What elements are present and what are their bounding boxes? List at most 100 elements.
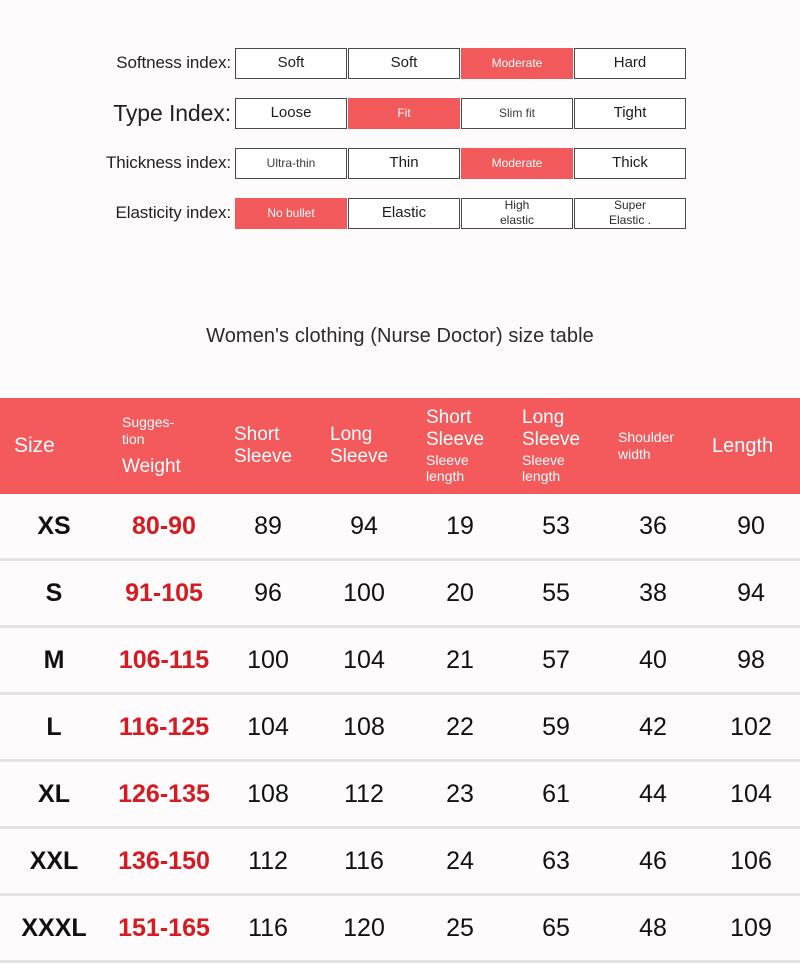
index-label-elasticity: Elasticity index:	[115, 203, 232, 222]
page-title: Women's clothing (Nurse Doctor) size tab…	[206, 325, 594, 347]
table-header-size: Size	[0, 398, 108, 494]
index-option-type-4[interactable]: Tight	[574, 97, 686, 129]
cell-size: XXL	[29, 846, 79, 875]
index-option-thickness-2[interactable]: Thin	[348, 147, 460, 179]
index-options-softness: Soft Soft Moderate Hard	[235, 47, 686, 79]
index-option-softness-1[interactable]: Soft	[235, 47, 347, 79]
cell-short-sleeve-length: 24	[446, 846, 474, 875]
table-row: XXL 136-150 112 116 24 63 46 106	[0, 829, 800, 896]
cell-short-sleeve-length: 23	[446, 779, 474, 808]
index-option-type-2[interactable]: Fit	[348, 97, 460, 129]
index-option-elasticity-2[interactable]: Elastic	[348, 197, 460, 229]
header-spacer	[122, 448, 220, 456]
table-body: XS 80-90 89 94 19 53 36 90 S 91-105 96 100 20 55 38 94 M…	[0, 494, 800, 963]
cell-shoulder-width: 44	[639, 779, 667, 808]
cell-long-sleeve: 94	[350, 511, 378, 540]
cell-length: 102	[730, 712, 772, 741]
table-header-length-label: Length	[712, 434, 774, 457]
cell-long-sleeve: 104	[343, 645, 385, 674]
table-header-col-4: Long Sleeve	[316, 398, 412, 494]
index-option-softness-3[interactable]: Moderate	[461, 47, 573, 79]
cell-long-sleeve: 120	[343, 913, 385, 942]
cell-long-sleeve: 112	[344, 779, 384, 808]
index-option-softness-4[interactable]: Hard	[574, 47, 686, 79]
table-header-col-6-main: Long Sleeve	[522, 406, 581, 451]
table-header-suggestion-label: Sugges- tion	[122, 414, 175, 447]
index-option-thickness-1[interactable]: Ultra-thin	[235, 147, 347, 179]
table-header-weight-label: Weight	[122, 455, 181, 477]
index-option-elasticity-4[interactable]: Super Elastic .	[574, 197, 686, 229]
cell-long-sleeve-length: 61	[542, 779, 570, 808]
table-row: L 116-125 104 108 22 59 42 102	[0, 695, 800, 762]
table-header-shoulder-width-label: Shoulder width	[618, 429, 675, 462]
index-row-elasticity: Elasticity index: No bullet Elastic High el…	[0, 188, 800, 238]
index-option-elasticity-3[interactable]: High elastic	[461, 197, 573, 229]
index-block: Softness index: Soft Soft Moderate Hard Type …	[0, 38, 800, 238]
cell-long-sleeve-length: 53	[542, 511, 570, 540]
cell-length: 90	[737, 511, 765, 540]
cell-short-sleeve: 89	[254, 511, 282, 540]
table-row: XS 80-90 89 94 19 53 36 90	[0, 494, 800, 561]
cell-short-sleeve-length: 19	[446, 511, 474, 540]
cell-weight: 136-150	[118, 846, 210, 875]
index-option-elasticity-1[interactable]: No bullet	[235, 197, 347, 229]
cell-length: 109	[730, 913, 772, 942]
table-header-length: Length	[702, 398, 800, 494]
index-options-thickness: Ultra-thin Thin Moderate Thick	[235, 147, 686, 179]
cell-long-sleeve-length: 59	[542, 712, 570, 741]
index-row-softness: Softness index: Soft Soft Moderate Hard	[0, 38, 800, 88]
table-header-col-6-sub: Sleeve length	[522, 451, 565, 485]
cell-weight: 126-135	[118, 779, 210, 808]
cell-short-sleeve-length: 21	[446, 645, 474, 674]
cell-size: XL	[38, 779, 70, 808]
cell-long-sleeve-length: 65	[542, 913, 570, 942]
cell-weight: 116-125	[118, 712, 210, 741]
cell-weight: 91-105	[125, 578, 203, 607]
cell-shoulder-width: 36	[639, 511, 667, 540]
cell-long-sleeve: 108	[343, 712, 385, 741]
cell-long-sleeve: 100	[343, 578, 385, 607]
cell-length: 94	[737, 578, 765, 607]
cell-long-sleeve-length: 57	[542, 645, 570, 674]
cell-short-sleeve-length: 20	[446, 578, 474, 607]
cell-length: 104	[730, 779, 772, 808]
cell-short-sleeve-length: 22	[446, 712, 474, 741]
cell-size: L	[46, 712, 62, 741]
cell-length: 98	[737, 645, 765, 674]
cell-size: S	[45, 578, 63, 607]
index-option-thickness-4[interactable]: Thick	[574, 147, 686, 179]
table-header-col-3: Short Sleeve	[220, 398, 316, 494]
cell-long-sleeve: 116	[344, 846, 384, 875]
cell-weight: 106-115	[118, 645, 210, 674]
cell-shoulder-width: 42	[639, 712, 667, 741]
index-option-type-1[interactable]: Loose	[235, 97, 347, 129]
cell-weight: 80-90	[132, 511, 196, 540]
cell-size: M	[43, 645, 65, 674]
index-option-softness-2[interactable]: Soft	[348, 47, 460, 79]
cell-shoulder-width: 40	[639, 645, 667, 674]
cell-size: XXXL	[21, 913, 87, 942]
index-label-thickness: Thickness index:	[105, 153, 231, 172]
table-header-weight: Sugges- tion Weight	[108, 398, 220, 494]
table-header-shoulder-width: Shoulder width	[604, 398, 702, 494]
index-label-softness: Softness index:	[116, 53, 231, 72]
index-option-type-3[interactable]: Slim fit	[461, 97, 573, 129]
table-header-col-6: Long Sleeve Sleeve length	[508, 398, 604, 494]
cell-short-sleeve: 112	[248, 846, 288, 875]
cell-short-sleeve: 104	[247, 712, 289, 741]
table-row: XXXL 151-165 116 120 25 65 48 109	[0, 896, 800, 963]
cell-long-sleeve-length: 63	[542, 846, 570, 875]
cell-long-sleeve-length: 55	[542, 578, 570, 607]
cell-shoulder-width: 46	[639, 846, 667, 875]
table-header-col-4-main: Long Sleeve	[330, 423, 389, 467]
table-header-col-3-main: Short Sleeve	[234, 423, 293, 467]
table-header-row: Size Sugges- tion Weight Short Sleeve Long S…	[0, 398, 800, 494]
cell-length: 106	[730, 846, 772, 875]
table-row: M 106-115 100 104 21 57 40 98	[0, 628, 800, 695]
index-row-type: Type Index: Loose Fit Slim fit Tight	[0, 88, 800, 138]
table-header-col-5-sub: Sleeve length	[426, 451, 469, 485]
table-header-col-5-main: Short Sleeve	[426, 406, 485, 451]
cell-short-sleeve-length: 25	[446, 913, 474, 942]
index-option-thickness-3[interactable]: Moderate	[461, 147, 573, 179]
index-row-thickness: Thickness index: Ultra-thin Thin Moderate Th…	[0, 138, 800, 188]
